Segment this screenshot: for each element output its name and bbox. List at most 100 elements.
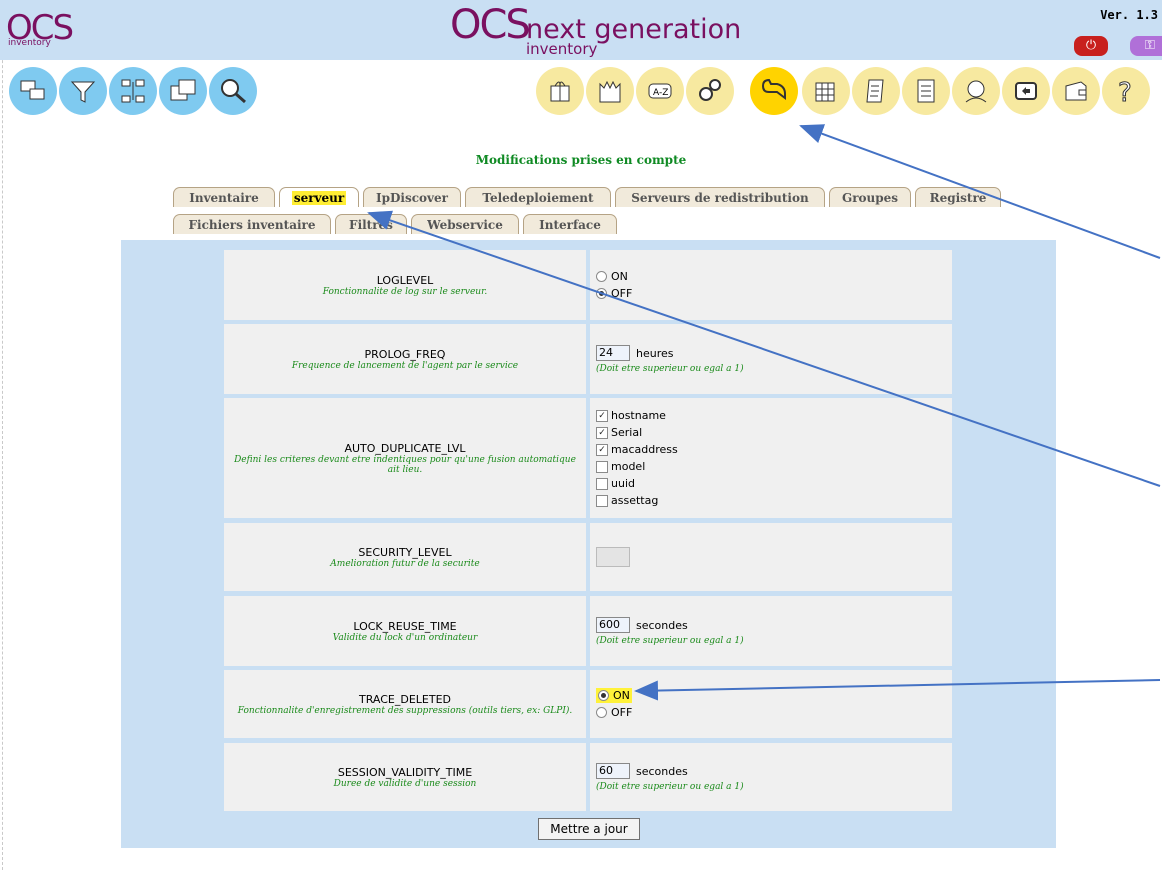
tab-teledeploiement[interactable]: Teledeploiement [465, 187, 611, 207]
param-row-trace-deleted: TRACE_DELETED Fonctionnalite d'enregistr… [224, 670, 954, 738]
param-label-cell: LOCK_REUSE_TIME Validite du lock d'un or… [224, 596, 586, 666]
session-validity-input[interactable]: 60 [596, 763, 630, 779]
tab-inventaire[interactable]: Inventaire [173, 187, 275, 207]
key-icon: ⚿ [1145, 38, 1155, 53]
autodup-macaddress-option[interactable]: ✓ macaddress [596, 441, 952, 458]
tab-label: Registre [929, 191, 987, 205]
checkbox[interactable] [596, 460, 608, 473]
checkbox[interactable] [596, 494, 608, 507]
report-icon[interactable] [902, 67, 950, 115]
param-row-prolog-freq: PROLOG_FREQ Frequence de lancement de l'… [224, 324, 954, 394]
autodup-assettag-option[interactable]: assettag [596, 492, 952, 509]
param-desc: Duree de validite d'une session [333, 778, 477, 789]
title-main: OCS [450, 2, 531, 48]
tab-fichiers-inventaire[interactable]: Fichiers inventaire [173, 214, 331, 234]
tab-label: Interface [539, 218, 601, 232]
restore-icon[interactable] [1002, 67, 1050, 115]
tab-label: Groupes [841, 191, 899, 205]
param-label-cell: PROLOG_FREQ Frequence de lancement de l'… [224, 324, 586, 394]
option-label: OFF [611, 287, 633, 300]
option-label: ON [611, 270, 628, 283]
ocs-logo[interactable]: OCS inventory [4, 8, 122, 54]
prolog-freq-input[interactable]: 24 [596, 345, 630, 361]
trace-on-option[interactable]: ON [596, 687, 952, 704]
header-bar: OCS inventory OCS next generation invent… [0, 0, 1162, 60]
param-row-security-level: SECURITY_LEVEL Amelioration futur de la … [224, 523, 954, 591]
unit-label: secondes [636, 618, 688, 632]
loglevel-off-option[interactable]: OFF [596, 285, 952, 302]
option-label: assettag [611, 494, 659, 507]
loglevel-on-option[interactable]: ON [596, 268, 952, 285]
search-icon[interactable] [209, 67, 257, 115]
lock-reuse-input[interactable]: 600 [596, 617, 630, 633]
param-name: LOGLEVEL [376, 273, 434, 287]
option-label: Serial [611, 426, 643, 439]
param-desc: Fonctionnalite de log sur le serveur. [322, 286, 488, 297]
settings-panel: LOGLEVEL Fonctionnalite de log sur le se… [121, 240, 1056, 848]
gift-icon[interactable] [536, 67, 584, 115]
tab-label: serveur [291, 191, 347, 205]
tab-label: Webservice [427, 218, 503, 232]
tab-label: Teledeploiement [482, 191, 594, 205]
param-name: SESSION_VALIDITY_TIME [337, 765, 473, 779]
param-value-cell: ON OFF [590, 250, 952, 320]
tab-registre[interactable]: Registre [915, 187, 1001, 207]
wallet-icon[interactable] [1052, 67, 1100, 115]
unit-label: heures [636, 346, 674, 360]
autodup-hostname-option[interactable]: ✓ hostname [596, 407, 952, 424]
param-hint: (Doit etre superieur ou egal a 1) [596, 363, 744, 374]
checkbox[interactable]: ✓ [596, 426, 608, 439]
version-label: Ver. 1.3 [1100, 8, 1158, 22]
param-label-cell: SESSION_VALIDITY_TIME Duree de validite … [224, 743, 586, 811]
tab-serveur[interactable]: serveur [279, 187, 359, 207]
tab-interface[interactable]: Interface [523, 214, 617, 234]
checkbox[interactable]: ✓ [596, 443, 608, 456]
tab-groupes[interactable]: Groupes [829, 187, 911, 207]
param-desc: Defini les criteres devant etre indentiq… [234, 454, 576, 475]
trace-off-option[interactable]: OFF [596, 704, 952, 721]
option-label: ON [613, 689, 630, 702]
checkbox[interactable] [596, 477, 608, 490]
param-label-cell: SECURITY_LEVEL Amelioration futur de la … [224, 523, 586, 591]
document-icon[interactable] [852, 67, 900, 115]
power-icon: ⏻ [1085, 38, 1097, 53]
password-button[interactable]: ⚿ [1130, 36, 1162, 56]
autodup-serial-option[interactable]: ✓ Serial [596, 424, 952, 441]
filter-icon[interactable] [59, 67, 107, 115]
network-icon[interactable] [109, 67, 157, 115]
logout-button[interactable]: ⏻ [1074, 36, 1108, 56]
autodup-uuid-option[interactable]: uuid [596, 475, 952, 492]
castle-icon[interactable] [586, 67, 634, 115]
tab-filtres[interactable]: Filtres [335, 214, 407, 234]
autodup-model-option[interactable]: model [596, 458, 952, 475]
radio-button[interactable] [598, 690, 609, 701]
update-button[interactable]: Mettre a jour [538, 818, 640, 840]
radio-button[interactable] [596, 288, 607, 299]
admin-icon[interactable] [952, 67, 1000, 115]
wrench-icon[interactable] [750, 67, 798, 115]
windows-icon[interactable] [159, 67, 207, 115]
param-hint: (Doit etre superieur ou egal a 1) [596, 635, 744, 646]
param-label-cell: AUTO_DUPLICATE_LVL Defini les criteres d… [224, 398, 586, 518]
tab-webservice[interactable]: Webservice [411, 214, 519, 234]
radio-button[interactable] [596, 271, 607, 282]
param-row-auto-duplicate: AUTO_DUPLICATE_LVL Defini les criteres d… [224, 398, 954, 518]
param-name: PROLOG_FREQ [364, 347, 446, 361]
svg-text:A-Z: A-Z [653, 88, 668, 98]
param-row-lock-reuse: LOCK_REUSE_TIME Validite du lock d'un or… [224, 596, 954, 666]
param-value-cell: 600 secondes (Doit etre superieur ou egal… [590, 596, 952, 666]
param-value-cell: ✓ hostname ✓ Serial ✓ macaddress model uuid… [590, 398, 952, 518]
radio-button[interactable] [596, 707, 607, 718]
grid-icon[interactable] [802, 67, 850, 115]
checkbox[interactable]: ✓ [596, 409, 608, 422]
computers-icon[interactable] [9, 67, 57, 115]
tab-serveurs-redistribution[interactable]: Serveurs de redistribution [615, 187, 825, 207]
gears-icon[interactable] [686, 67, 734, 115]
param-desc: Amelioration futur de la securite [330, 558, 480, 569]
title-sub: inventory [526, 40, 598, 58]
tab-ipdiscover[interactable]: IpDiscover [363, 187, 461, 207]
help-icon[interactable]: ? [1102, 67, 1150, 115]
logo-sub: inventory [8, 38, 51, 48]
dictionary-icon[interactable]: A-Z [636, 67, 684, 115]
highlight: ON [596, 688, 632, 703]
